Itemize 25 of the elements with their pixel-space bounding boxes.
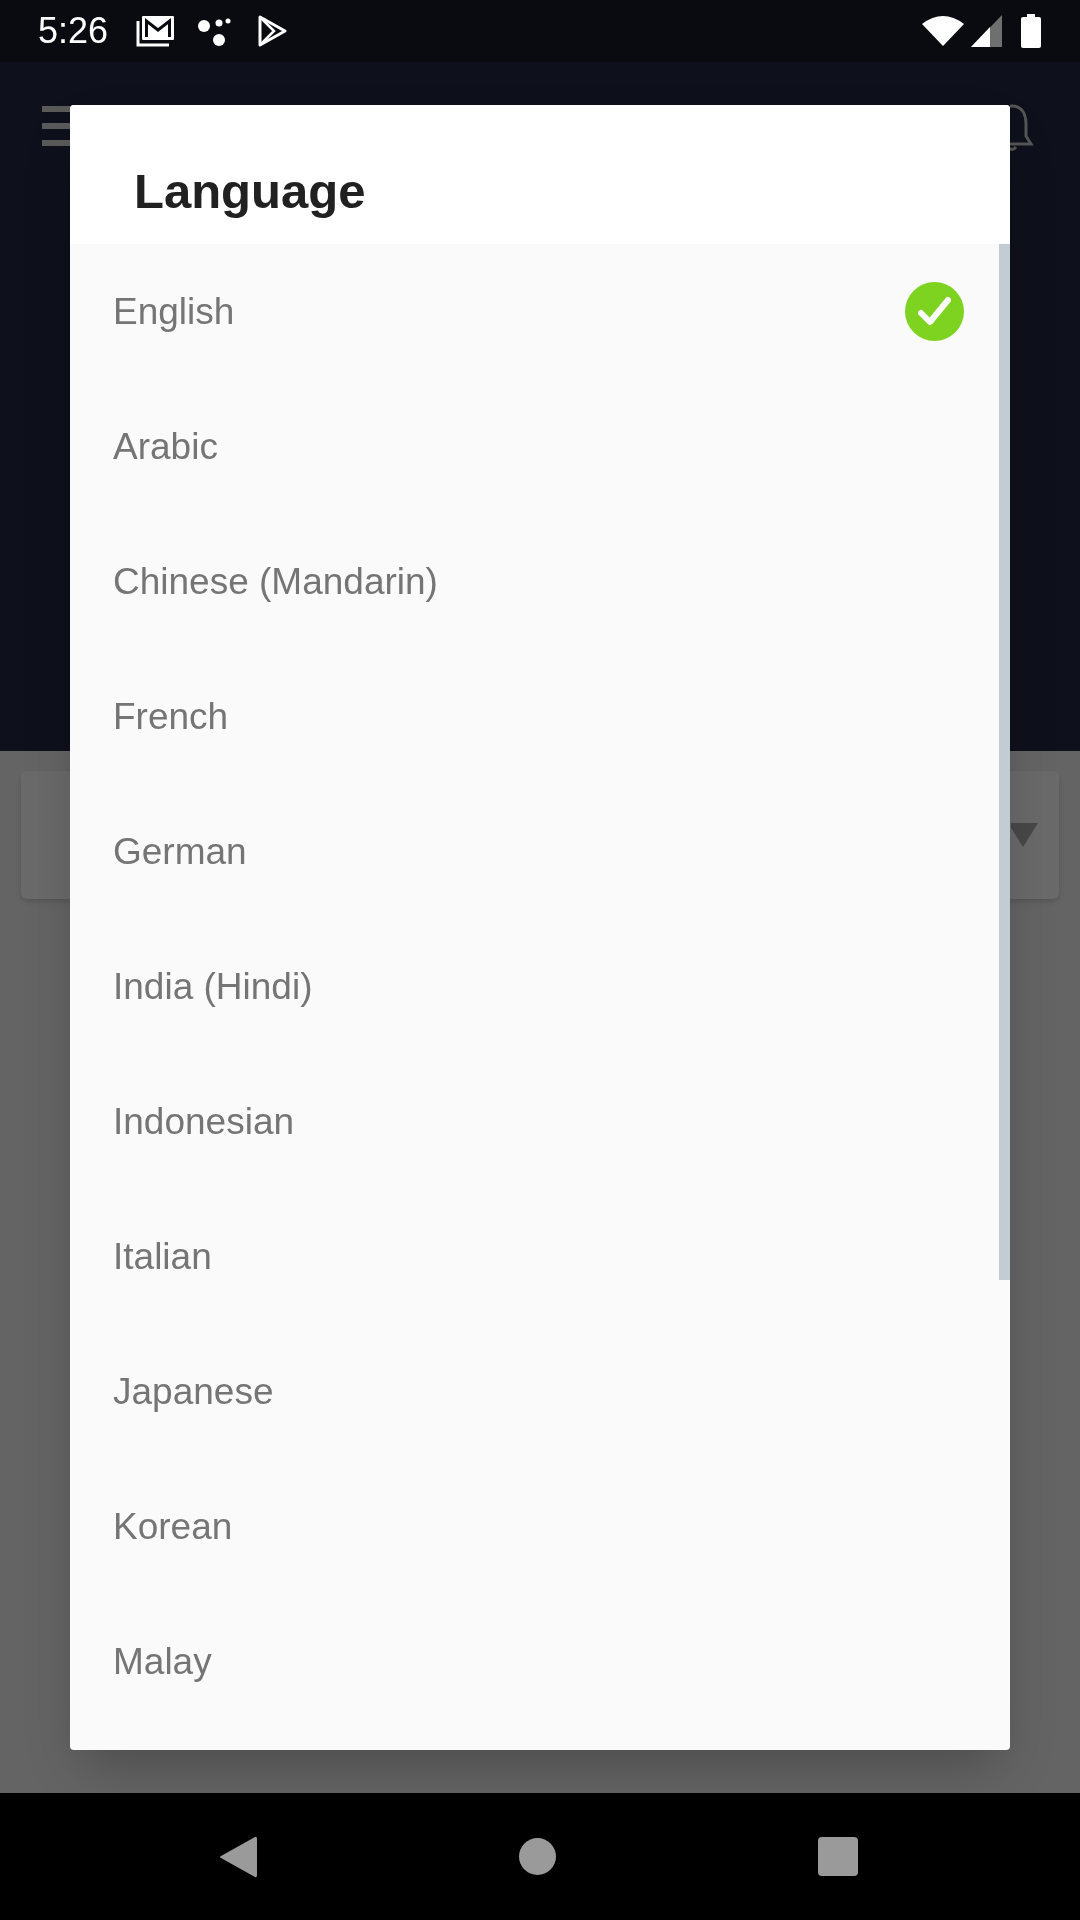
caret-icon — [1011, 823, 1038, 847]
menu-icon[interactable] — [42, 106, 70, 146]
battery-icon — [1021, 14, 1041, 48]
scrollbar-thumb[interactable] — [999, 244, 1010, 1280]
status-time: 5:26 — [38, 13, 109, 49]
dialog-title: Language — [134, 167, 366, 216]
bell-icon[interactable] — [1010, 102, 1034, 152]
language-option[interactable]: French — [113, 698, 229, 735]
language-option[interactable]: German — [113, 833, 247, 870]
language-option[interactable]: Malay — [113, 1643, 212, 1680]
language-option[interactable]: Indonesian — [113, 1103, 295, 1140]
language-option[interactable]: Chinese (Mandarin) — [113, 563, 438, 600]
home-icon[interactable] — [519, 1838, 556, 1875]
language-option[interactable]: Italian — [113, 1238, 212, 1275]
play-icon — [257, 15, 288, 47]
signal-icon — [971, 15, 1002, 47]
wifi-icon — [922, 16, 964, 46]
language-option[interactable]: Arabic — [113, 428, 218, 465]
mail-icon — [135, 15, 176, 47]
language-option[interactable]: Korean — [113, 1508, 233, 1545]
language-option[interactable]: Japanese — [113, 1373, 274, 1410]
dots-icon — [197, 16, 232, 46]
back-icon[interactable] — [219, 1835, 257, 1878]
language-option[interactable]: India (Hindi) — [113, 968, 313, 1005]
language-option[interactable]: English — [113, 293, 235, 330]
